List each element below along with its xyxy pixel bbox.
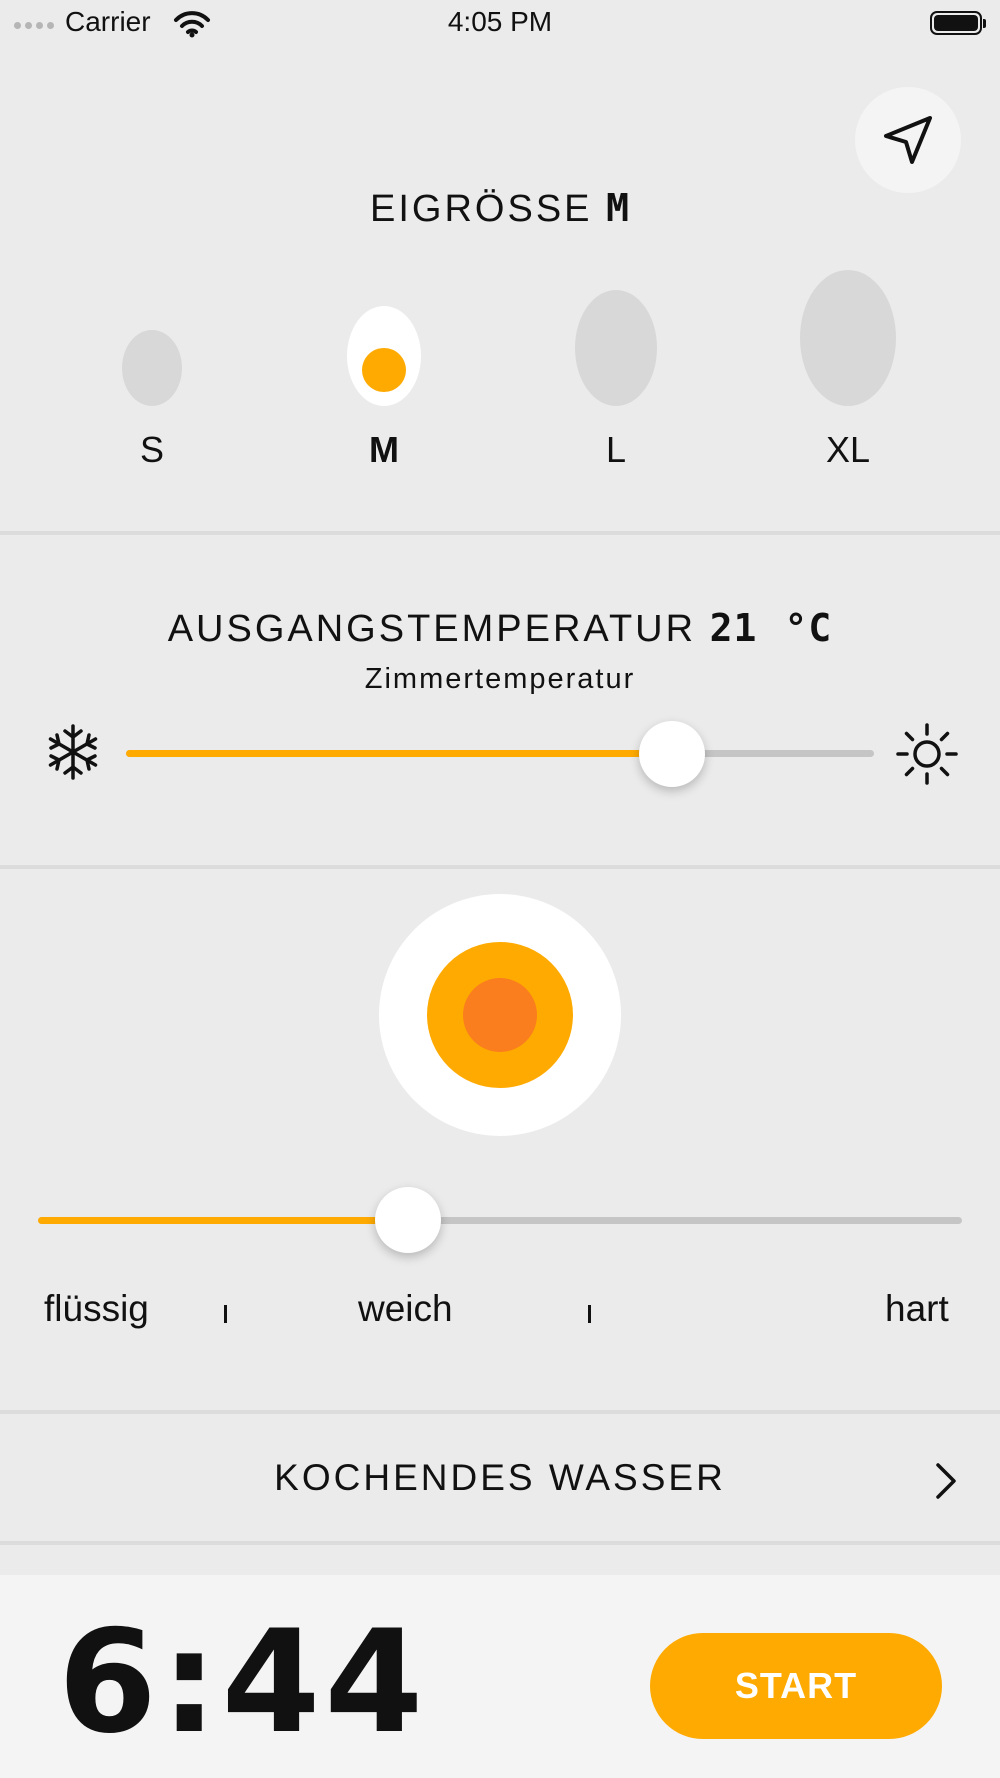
egg-size-label-l[interactable]: L — [556, 429, 676, 471]
consistency-label-soft: weich — [358, 1288, 453, 1329]
temperature-slider-fill — [126, 750, 673, 757]
egg-size-l-option[interactable] — [575, 290, 657, 406]
timer-seconds: 44 — [221, 1600, 428, 1765]
timer-display: 6:44 — [58, 1612, 427, 1754]
consistency-label-liquid: flüssig — [44, 1288, 149, 1329]
egg-yolk-inner-icon — [463, 978, 537, 1052]
temperature-title-label: AUSGANGSTEMPERATUR — [167, 608, 697, 650]
snowflake-icon — [48, 724, 98, 780]
temperature-value: 21 — [709, 606, 758, 650]
section-divider — [0, 531, 1000, 535]
start-button[interactable]: START — [650, 1633, 942, 1739]
temperature-title: AUSGANGSTEMPERATUR 21 °C — [0, 606, 1000, 651]
sun-icon — [896, 723, 958, 785]
section-divider — [0, 865, 1000, 869]
consistency-tick — [224, 1305, 227, 1323]
section-divider — [0, 1541, 1000, 1545]
consistency-tick — [588, 1305, 591, 1323]
status-bar: Carrier 4:05 PM — [0, 0, 1000, 48]
egg-yolk-icon — [362, 348, 406, 392]
egg-size-title-label: EIGRÖSSE — [370, 188, 593, 230]
consistency-slider-thumb[interactable] — [374, 1187, 441, 1253]
temperature-slider-thumb[interactable] — [639, 721, 706, 787]
temperature-unit: °C — [784, 606, 833, 650]
egg-size-title: EIGRÖSSE M — [0, 186, 1000, 231]
status-time: 4:05 PM — [447, 6, 553, 37]
temperature-description: Zimmertemperatur — [364, 663, 636, 695]
boiling-water-label: KOCHENDES WASSER — [274, 1457, 726, 1498]
egg-size-selected-value: M — [606, 186, 630, 230]
egg-consistency-illustration — [379, 894, 621, 1136]
consistency-slider-fill — [38, 1217, 408, 1224]
navigation-arrow-icon — [884, 116, 932, 164]
timer-minutes: 6 — [58, 1600, 161, 1765]
timer-separator: : — [160, 1600, 222, 1765]
egg-size-s-option[interactable] — [122, 330, 182, 406]
egg-size-xl-option[interactable] — [800, 270, 896, 406]
battery-icon — [930, 11, 986, 35]
chevron-right-icon[interactable] — [934, 1461, 958, 1501]
egg-size-selector — [122, 270, 896, 406]
location-button[interactable] — [855, 87, 961, 193]
consistency-label-hard: hart — [885, 1288, 949, 1329]
egg-size-label-xl[interactable]: XL — [788, 429, 908, 471]
egg-size-label-s[interactable]: S — [92, 429, 212, 471]
egg-size-label-m[interactable]: M — [324, 429, 444, 471]
